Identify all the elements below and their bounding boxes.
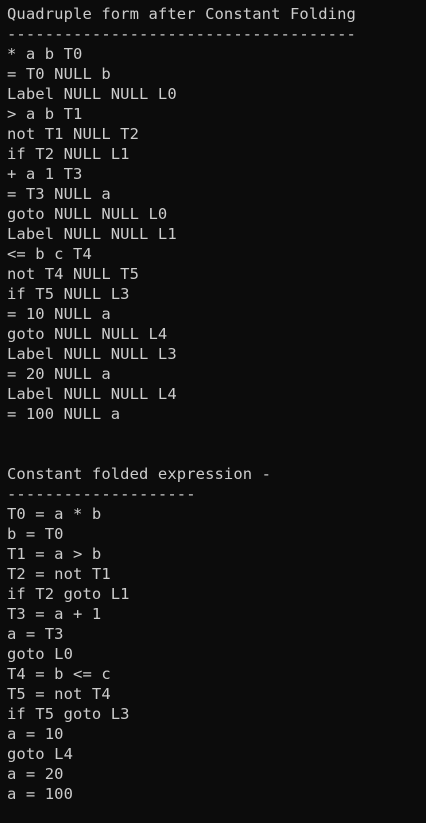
output-line: b = T0 [7,525,64,543]
output-line: a = 10 [7,725,64,743]
output-line: if T2 NULL L1 [7,145,130,163]
section-title-folded: Constant folded expression - [7,465,272,483]
output-line: T1 = a > b [7,545,102,563]
output-line: <= b c T4 [7,245,92,263]
output-line: if T2 goto L1 [7,585,130,603]
divider-line: ------------------------------------- [7,25,356,43]
divider-line: -------------------- [7,485,196,503]
output-line: if T5 goto L3 [7,705,130,723]
output-line: Label NULL NULL L3 [7,345,177,363]
output-line: if T5 NULL L3 [7,285,130,303]
output-line: = 10 NULL a [7,305,111,323]
output-line: Label NULL NULL L0 [7,85,177,103]
output-line: > a b T1 [7,105,83,123]
output-line: = T0 NULL b [7,65,111,83]
output-line: T5 = not T4 [7,685,111,703]
output-line: goto NULL NULL L0 [7,205,168,223]
output-line: not T4 NULL T5 [7,265,140,283]
output-line: a = T3 [7,625,64,643]
output-line: goto NULL NULL L4 [7,325,168,343]
output-line: goto L4 [7,745,74,763]
output-line: a = 100 [7,785,74,803]
output-line: T0 = a * b [7,505,102,523]
output-line: T3 = a + 1 [7,605,102,623]
terminal-output: Quadruple form after Constant Folding --… [0,0,426,823]
output-line: = 20 NULL a [7,365,111,383]
output-line: Label NULL NULL L4 [7,385,177,403]
output-line: a = 20 [7,765,64,783]
output-line: goto L0 [7,645,74,663]
section-title-quadruple: Quadruple form after Constant Folding [7,5,356,23]
output-line: * a b T0 [7,45,83,63]
output-line: + a 1 T3 [7,165,83,183]
output-line: T2 = not T1 [7,565,111,583]
output-line: T4 = b <= c [7,665,111,683]
output-line: not T1 NULL T2 [7,125,140,143]
output-line: = T3 NULL a [7,185,111,203]
output-line: = 100 NULL a [7,405,121,423]
output-line: Label NULL NULL L1 [7,225,177,243]
